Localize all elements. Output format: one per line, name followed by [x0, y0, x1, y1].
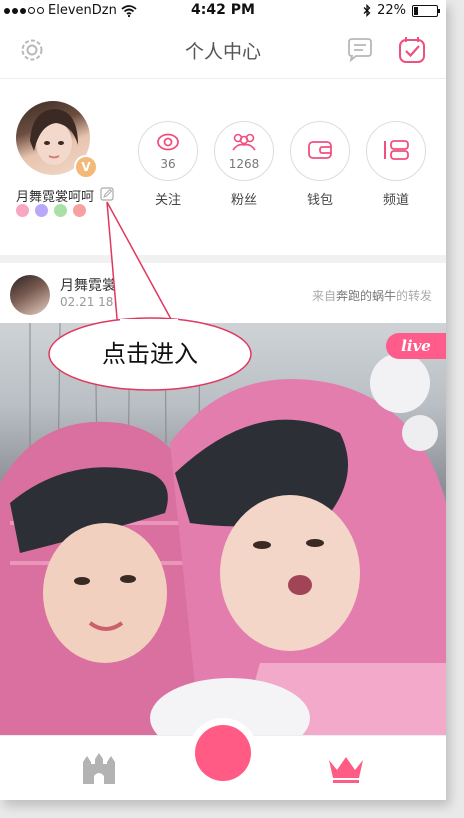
app-screen: ElevenDzn 4:42 PM 22% 个人中心 V 月舞霓裳呵呵 36 关… — [0, 0, 446, 800]
callout-text: 点击进入 — [102, 340, 198, 368]
castle-home-icon[interactable] — [80, 750, 118, 786]
center-action-circle — [195, 725, 251, 781]
center-action-button[interactable] — [188, 718, 258, 788]
crown-icon[interactable] — [326, 754, 366, 784]
